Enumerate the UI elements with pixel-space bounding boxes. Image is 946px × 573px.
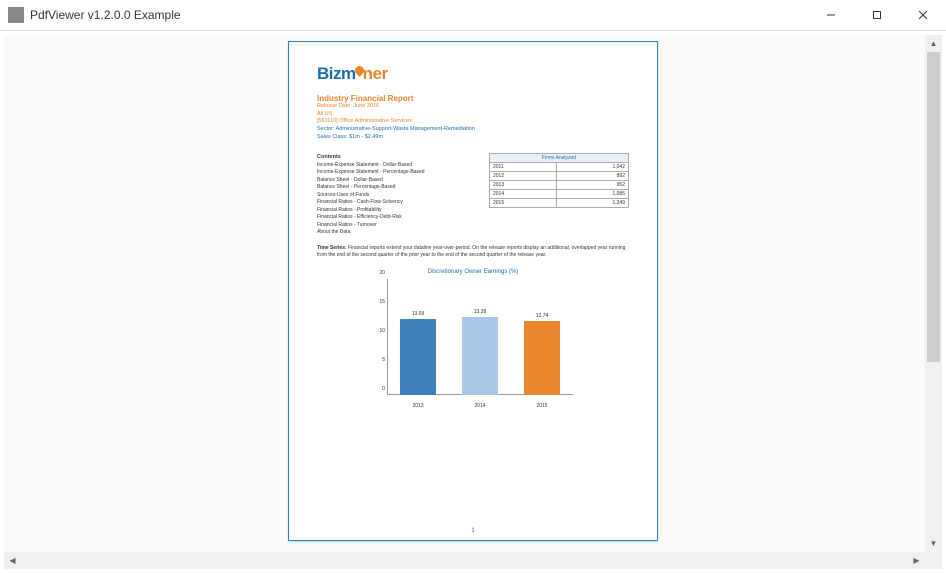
window-title: PdfViewer v1.2.0.0 Example	[30, 8, 181, 22]
table-row: 20111,042	[490, 163, 629, 172]
horizontal-scrollbar[interactable]: ◀ ▶	[4, 552, 925, 569]
pdf-viewport[interactable]: Bizmner Industry Financial Report Releas…	[4, 35, 942, 569]
scroll-right-arrow-icon[interactable]: ▶	[908, 552, 925, 569]
close-button[interactable]	[900, 0, 946, 30]
firms-header: Firms Analyzed	[490, 154, 629, 163]
x-tick-label: 2015	[522, 403, 562, 409]
bars-group: 13.09 13.38 12.74	[387, 279, 573, 395]
app-icon	[8, 7, 24, 23]
content-area: Bizmner Industry Financial Report Releas…	[0, 31, 946, 573]
window-titlebar: PdfViewer v1.2.0.0 Example	[0, 0, 946, 31]
contents-item: Balance Sheet - Dollar-Based	[317, 177, 471, 185]
table-row: 2013952	[490, 181, 629, 190]
contents-item: About the Data	[317, 229, 471, 237]
contents-item: Income-Expense Statement - Dollar-Based	[317, 162, 471, 170]
bar-value-label: 13.38	[474, 309, 487, 315]
bar-chart: 0510152013.0913.3812.74201320142015	[373, 279, 573, 409]
contents-item: Income-Expense Statement - Percentage-Ba…	[317, 169, 471, 177]
bar-value-label: 12.74	[536, 313, 549, 319]
y-tick-label: 5	[373, 357, 385, 363]
contents-item: Financial Ratios - Profitability	[317, 207, 471, 215]
y-tick-label: 10	[373, 328, 385, 334]
note-text: Financial reports extend your dataline y…	[317, 245, 625, 258]
y-tick-label: 0	[373, 386, 385, 392]
table-row: 20151,249	[490, 199, 629, 208]
table-row: 20141,085	[490, 190, 629, 199]
x-labels: 2013 2014 2015	[387, 403, 573, 409]
report-line4: Sales Class: $1m - $2.49m	[317, 134, 629, 142]
minimize-button[interactable]	[808, 0, 854, 30]
report-title: Industry Financial Report	[317, 94, 629, 103]
bar-wrap: 13.09	[398, 311, 438, 395]
scroll-up-arrow-icon[interactable]: ▲	[925, 35, 942, 52]
y-tick-label: 20	[373, 270, 385, 276]
page-number: 1	[289, 528, 657, 534]
x-tick-label: 2014	[460, 403, 500, 409]
x-tick-label: 2013	[398, 403, 438, 409]
report-release: Release Date: June 2016	[317, 103, 629, 111]
scroll-down-arrow-icon[interactable]: ▼	[925, 535, 942, 552]
vertical-scrollbar[interactable]: ▲ ▼	[925, 35, 942, 552]
logo-part1: Bizm	[317, 64, 356, 83]
y-tick-label: 15	[373, 299, 385, 305]
contents-item: Financial Ratios - Cash-Flow-Solvency	[317, 199, 471, 207]
time-series-note: Time Series: Financial reports extend yo…	[317, 245, 629, 259]
report-line2: [561110] Office Administrative Services	[317, 118, 629, 126]
table-row: 2012892	[490, 172, 629, 181]
bar	[524, 321, 560, 395]
chart-block: Discretionary Owner Earnings (%) 0 5 10 15 2…	[317, 269, 629, 411]
contents-item: Balance Sheet - Percentage-Based	[317, 184, 471, 192]
report-line3: Sector: Administrative-Support-Waste Man…	[317, 126, 629, 134]
chart-title: Discretionary Owner Earnings (%)	[317, 269, 629, 275]
pdf-page: Bizmner Industry Financial Report Releas…	[288, 41, 658, 541]
window-controls	[808, 0, 946, 30]
contents-item: Sources-Uses of Funds	[317, 192, 471, 200]
contents-item: Financial Ratios - Efficiency-Debt-Risk	[317, 214, 471, 222]
contents-header: Contents	[317, 153, 471, 161]
bar-wrap: 12.74	[522, 313, 562, 395]
scroll-left-arrow-icon[interactable]: ◀	[4, 552, 21, 569]
bar-value-label: 13.09	[412, 311, 425, 317]
bizminer-logo: Bizmner	[317, 64, 629, 84]
bar	[462, 317, 498, 395]
note-label: Time Series:	[317, 245, 347, 251]
logo-part2: ner	[363, 64, 388, 83]
bar-wrap: 13.38	[460, 309, 500, 395]
contents-item: Financial Ratios - Turnover	[317, 222, 471, 230]
bar	[400, 319, 436, 395]
contents-list: Contents Income-Expense Statement - Doll…	[317, 153, 471, 236]
report-line1: All US	[317, 111, 629, 119]
scroll-thumb[interactable]	[927, 52, 940, 362]
firms-table: Firms Analyzed 20111,042 2012892 2013952…	[489, 153, 629, 236]
scrollbar-corner	[925, 552, 942, 569]
maximize-button[interactable]	[854, 0, 900, 30]
